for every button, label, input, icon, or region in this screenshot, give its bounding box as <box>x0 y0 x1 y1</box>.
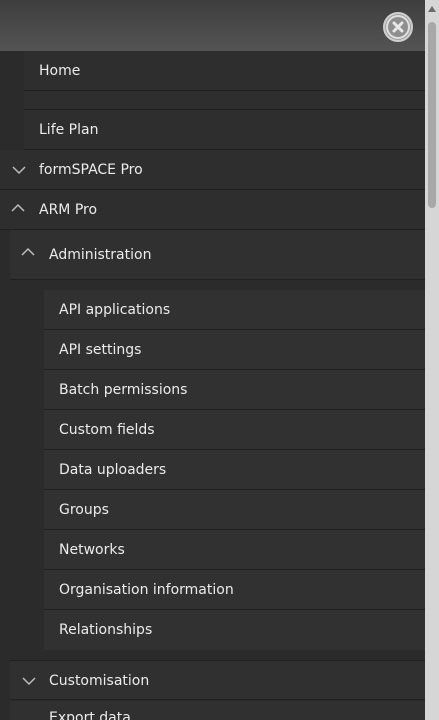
menu-item-label: Customisation <box>49 673 150 689</box>
vertical-scrollbar[interactable] <box>425 0 439 720</box>
menu-item-custom-fields[interactable]: Custom fields <box>44 410 425 450</box>
menu-header-bar <box>0 0 425 51</box>
menu-item-export-data[interactable]: Export data <box>10 701 425 720</box>
menu-item-data-uploaders[interactable]: Data uploaders <box>44 450 425 490</box>
menu-item-networks[interactable]: Networks <box>44 530 425 570</box>
menu-item-life-plan[interactable]: Life Plan <box>24 110 425 150</box>
menu-item-label: Groups <box>59 502 109 518</box>
menu-item-arm-pro[interactable]: ARM Pro <box>0 190 425 230</box>
menu-item-home[interactable]: Home <box>24 51 425 91</box>
menu-item-label: Administration <box>49 247 152 263</box>
scroll-up-arrow-icon[interactable] <box>428 6 436 12</box>
menu-divider <box>24 91 425 110</box>
menu-item-groups[interactable]: Groups <box>44 490 425 530</box>
menu-item-administration[interactable]: Administration <box>10 230 425 280</box>
chevron-down-icon[interactable] <box>21 661 37 701</box>
menu-item-batch-permissions[interactable]: Batch permissions <box>44 370 425 410</box>
menu-item-label: Organisation information <box>59 582 234 598</box>
menu-item-relationships[interactable]: Relationships <box>44 610 425 650</box>
navigation-menu: Home Life Plan formSPACE Pro ARM Pro Adm… <box>0 51 425 720</box>
menu-item-organisation-information[interactable]: Organisation information <box>44 570 425 610</box>
chevron-down-icon[interactable] <box>11 150 27 190</box>
menu-item-label: Home <box>39 63 81 79</box>
menu-item-api-settings[interactable]: API settings <box>44 330 425 370</box>
menu-item-label: Batch permissions <box>59 382 188 398</box>
menu-item-label: API applications <box>59 302 171 318</box>
menu-item-label: Export data <box>49 710 131 720</box>
menu-item-label: ARM Pro <box>39 202 98 218</box>
menu-item-label: Data uploaders <box>59 462 167 478</box>
menu-item-label: Life Plan <box>39 122 99 138</box>
menu-item-formspace-pro[interactable]: formSPACE Pro <box>0 150 425 190</box>
menu-item-label: Relationships <box>59 622 153 638</box>
scrollbar-thumb[interactable] <box>428 22 436 208</box>
close-circle-icon <box>388 17 408 37</box>
chevron-up-icon[interactable] <box>20 230 36 280</box>
chevron-up-icon[interactable] <box>10 190 26 230</box>
menu-item-label: formSPACE Pro <box>39 162 143 178</box>
menu-item-api-applications[interactable]: API applications <box>44 290 425 330</box>
menu-item-label: API settings <box>59 342 142 358</box>
menu-item-label: Networks <box>59 542 125 558</box>
menu-item-label: Custom fields <box>59 422 155 438</box>
menu-item-customisation[interactable]: Customisation <box>10 660 425 700</box>
close-button[interactable] <box>383 12 413 42</box>
